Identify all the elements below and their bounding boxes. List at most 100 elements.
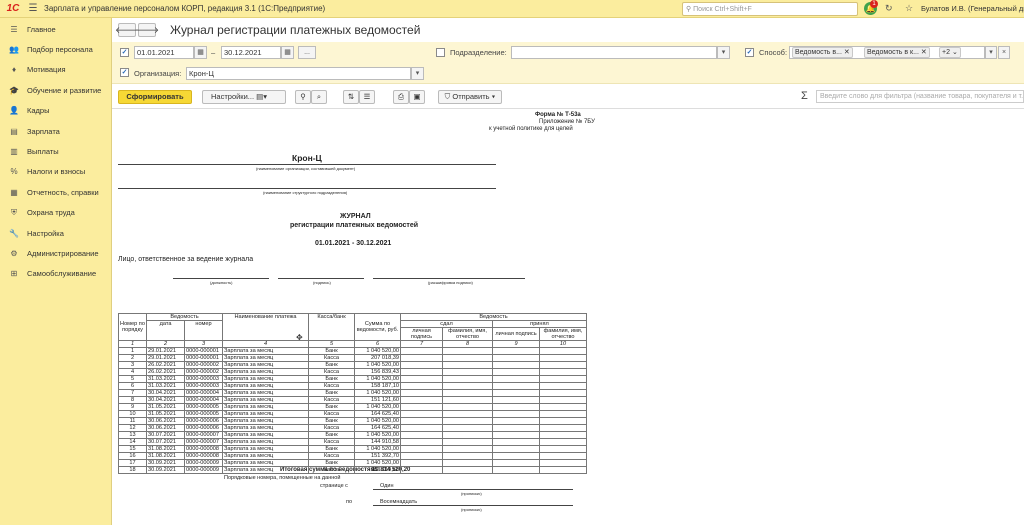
method-chip-2[interactable]: Ведомость в к... ✕ (864, 47, 930, 58)
empty-cell (492, 459, 540, 467)
row-num: 14 (118, 438, 147, 446)
generate-button[interactable]: Сформировать (118, 90, 192, 104)
row-num: 1 (118, 347, 147, 355)
journal-subheading: регистрации платежных ведомостей (290, 222, 419, 229)
calendar-icon[interactable]: ▦ (281, 46, 294, 59)
row-number: 0000-000008 (184, 452, 223, 460)
row-num: 15 (118, 445, 147, 453)
empty-cell (539, 424, 587, 432)
to-line (373, 505, 573, 506)
empty-cell (400, 410, 443, 418)
settings-button[interactable]: Настройки... ▤▾ (202, 90, 286, 104)
row-date: 30.09.2021 (146, 466, 185, 474)
row-name: Зарплата за месяц (222, 424, 309, 432)
row-date: 31.03.2021 (146, 382, 185, 390)
sidebar-item-4[interactable]: 👤 Кадры (0, 101, 111, 121)
row-number: 0000-000009 (184, 466, 223, 474)
method-chip-1[interactable]: Ведомость в... ✕ (792, 47, 853, 58)
empty-cell (400, 382, 443, 390)
empty-cell (442, 459, 493, 467)
sidebar-item-11[interactable]: ⚙ Администрирование (0, 243, 111, 263)
row-sum: 151 121,60 (354, 396, 401, 404)
subdivision-input[interactable] (511, 46, 717, 59)
notification-badge: 1 (870, 0, 878, 8)
sidebar-item-1[interactable]: 👥 Подбор персонала (0, 39, 111, 59)
row-date: 31.03.2021 (146, 375, 185, 383)
table-row: 11 30.06.2021 0000-000006 Зарплата за месяц… (118, 417, 587, 425)
empty-cell (442, 466, 493, 474)
chevron-down-icon[interactable]: ▾ (985, 46, 997, 59)
table-row: 6 31.03.2021 0000-000003 Зарплата за месяц К… (118, 382, 587, 390)
row-cash: Касса (308, 438, 355, 446)
responsible-label: Лицо, ответственное за ведение журнала (118, 256, 254, 263)
sidebar-item-2[interactable]: ♦ Мотивация (0, 60, 111, 80)
sidebar-item-3[interactable]: 🎓 Обучение и развитие (0, 80, 111, 100)
chart-icon: ▦ (10, 187, 18, 197)
date-to-input[interactable]: 30.12.2021 (221, 46, 281, 59)
sidebar-item-12[interactable]: ⊞ Самообслуживание (0, 264, 111, 284)
column-number: 3 (184, 340, 223, 348)
user-name[interactable]: Булатов И.В. (Генеральный директор) (921, 4, 1024, 13)
remove-icon[interactable]: ✕ (921, 49, 927, 56)
row-name: Зарплата за месяц (222, 361, 309, 369)
remove-icon[interactable]: ✕ (844, 49, 850, 56)
search-icon[interactable]: ⚲ (295, 90, 311, 104)
sidebar-item-6[interactable]: ▥ Выплаты (0, 141, 111, 161)
sidebar-item-8[interactable]: ▦ Отчетность, справки (0, 182, 111, 202)
row-num: 18 (118, 466, 147, 474)
back-button[interactable]: 🡐 (115, 23, 139, 37)
send-button[interactable]: ⛉ Отправить ▾ (438, 90, 502, 104)
period-select-button[interactable]: ... (298, 46, 316, 59)
org-checkbox[interactable]: ✓ (120, 68, 129, 77)
global-search-input[interactable]: ⚲ Поиск Ctrl+Shift+F (682, 2, 858, 16)
variant-icon: ▤▾ (256, 92, 267, 101)
row-number: 0000-000001 (184, 354, 223, 362)
org-label: Организация: (134, 69, 182, 78)
column-number: 4 (222, 340, 309, 348)
row-number: 0000-000002 (184, 361, 223, 369)
date-from-input[interactable]: 01.01.2021 (134, 46, 194, 59)
forward-button[interactable]: 🡒 (135, 23, 159, 37)
main-menu-icon[interactable]: ☰ (26, 0, 40, 18)
subdivision-checkbox[interactable] (436, 48, 445, 57)
row-number: 0000-000006 (184, 417, 223, 425)
row-sum: 1 040 520,00 (354, 445, 401, 453)
method-checkbox[interactable]: ✓ (745, 48, 754, 57)
favorites-icon[interactable]: ☆ (905, 3, 913, 14)
sidebar-item-label: Настройка (27, 228, 64, 238)
sum-icon[interactable]: Σ (801, 90, 808, 102)
period-checkbox[interactable]: ✓ (120, 48, 129, 57)
col-header-num: Номер по порядку (118, 313, 147, 341)
row-number: 0000-000001 (184, 347, 223, 355)
zoom-icon[interactable]: ⌕ (311, 90, 327, 104)
close-icon[interactable]: × (998, 46, 1010, 59)
empty-cell (492, 396, 540, 404)
print-icon[interactable]: ⎙ (393, 90, 409, 104)
row-cash: Касса (308, 410, 355, 418)
preview-icon[interactable]: ▣ (409, 90, 425, 104)
signature-caption: (подпись) (313, 280, 331, 285)
row-cash: Банк (308, 403, 355, 411)
percent-icon: % (10, 167, 18, 177)
report-filter-input[interactable]: Введите слово для фильтра (название това… (816, 90, 1024, 103)
row-name: Зарплата за месяц (222, 445, 309, 453)
empty-cell (539, 466, 587, 474)
org-input[interactable]: Крон-Ц (186, 67, 411, 80)
expand-icon[interactable]: ⇅ (343, 90, 359, 104)
history-icon[interactable]: ↻ (885, 3, 893, 14)
column-number: 8 (442, 340, 493, 348)
graduation-icon: 🎓 (9, 85, 19, 95)
collapse-icon[interactable]: ☰ (359, 90, 375, 104)
sidebar-item-5[interactable]: ▤ Зарплата (0, 121, 111, 141)
row-cash: Касса (308, 466, 355, 474)
sidebar-item-0[interactable]: ☰ Главное (0, 19, 111, 39)
empty-cell (539, 389, 587, 397)
calendar-icon[interactable]: ▦ (194, 46, 207, 59)
method-chip-more[interactable]: +2 ⌄ (939, 47, 961, 58)
chevron-down-icon[interactable]: ▾ (411, 67, 424, 80)
sidebar-item-10[interactable]: 🔧 Настройка (0, 223, 111, 243)
empty-cell (492, 424, 540, 432)
chevron-down-icon[interactable]: ▾ (717, 46, 730, 59)
sidebar-item-9[interactable]: ⛨ Охрана труда (0, 203, 111, 223)
sidebar-item-7[interactable]: % Налоги и взносы (0, 162, 111, 182)
